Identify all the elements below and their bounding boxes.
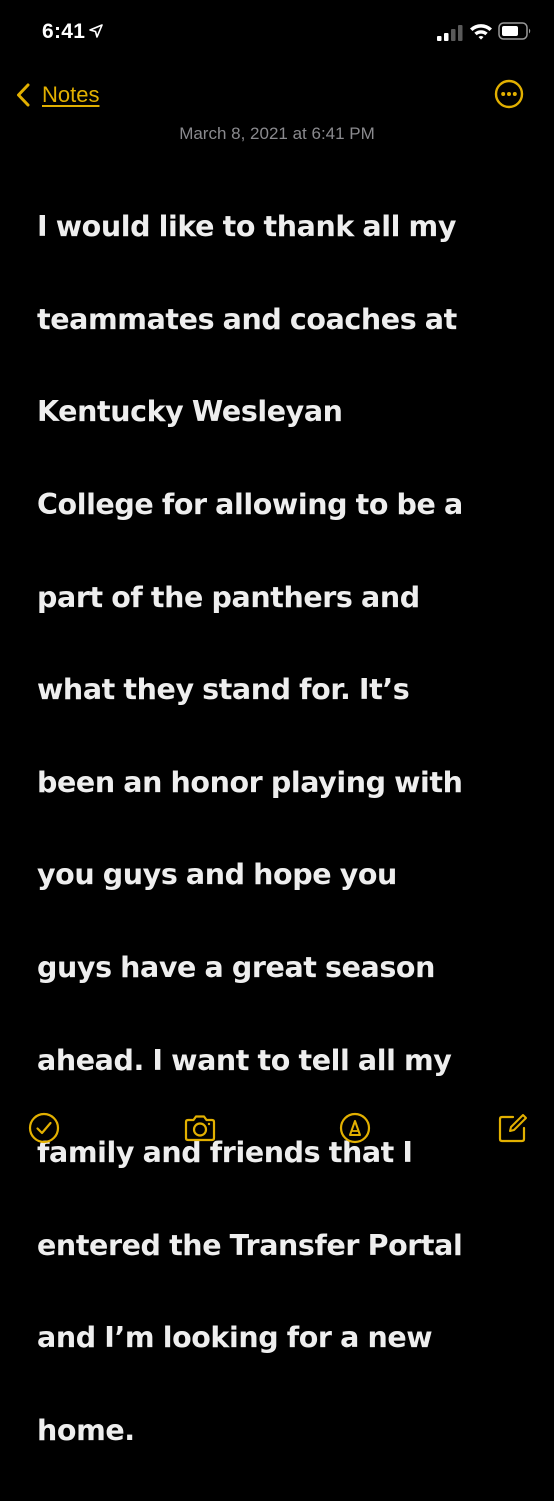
note-line: College for allowing to be a [37, 488, 463, 522]
note-line: home. [37, 1414, 135, 1448]
back-button[interactable]: Notes [16, 80, 99, 110]
checklist-icon[interactable] [27, 1111, 61, 1145]
compose-icon[interactable] [496, 1111, 530, 1145]
note-line: been an honor playing with [37, 765, 463, 799]
note-line: Kentucky Wesleyan [37, 395, 343, 429]
note-line: and I’m looking for a new [37, 1321, 433, 1355]
note-date: March 8, 2021 at 6:41 PM [179, 124, 375, 143]
note-line: part of the panthers and [37, 580, 420, 614]
note-line: entered the Transfer Portal [37, 1228, 463, 1262]
chevron-left-icon [17, 83, 30, 107]
status-time: 6:41 [42, 20, 86, 43]
ellipsis-circle-icon[interactable] [494, 79, 524, 109]
status-bar: 6:41 [0, 0, 554, 66]
cellular-signal-icon [437, 25, 463, 41]
note-line: teammates and coaches at [37, 302, 457, 336]
markup-pen-icon[interactable] [338, 1111, 372, 1145]
camera-icon[interactable] [183, 1111, 217, 1145]
note-line: what they stand for. It’s [37, 673, 410, 707]
back-button-label: Notes [42, 82, 100, 107]
location-arrow-icon [89, 24, 103, 38]
note-line: family and friends that I [37, 1136, 413, 1170]
note-line: ahead. I want to tell all my [37, 1043, 452, 1077]
battery-icon [498, 22, 531, 40]
note-line: guys have a great season [37, 951, 435, 985]
note-line: you guys and hope you [37, 858, 397, 892]
wifi-icon [470, 24, 492, 40]
note-body[interactable]: I would like to thank all my teammates a… [37, 158, 537, 1501]
note-line: I would like to thank all my [37, 210, 456, 244]
